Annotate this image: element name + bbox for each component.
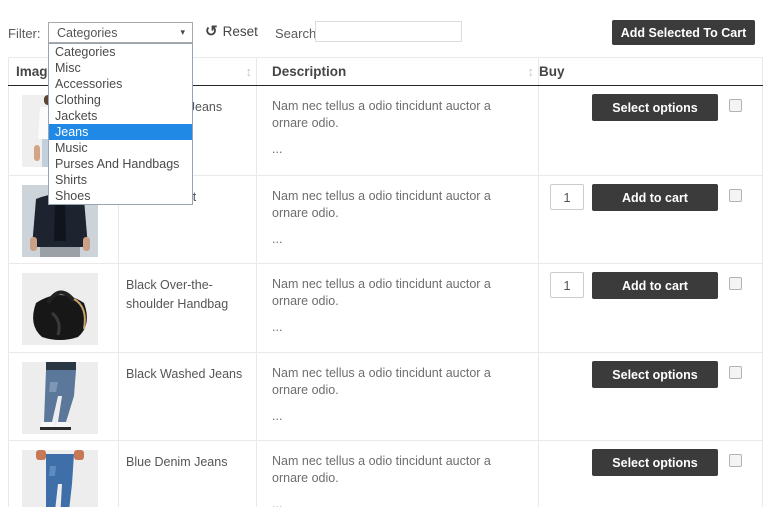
buy-cell: Select options — [538, 352, 763, 441]
product-name: Black Washed Jeans — [118, 352, 257, 441]
add-to-cart-button[interactable]: Add to cart — [592, 184, 718, 211]
product-description: Nam nec tellus a odio tincidunt auctor a… — [256, 440, 539, 507]
reset-button[interactable]: ↺ Reset — [205, 24, 258, 39]
category-dropdown-list: Categories Misc Accessories Clothing Jac… — [48, 43, 193, 205]
product-image-black-handbag — [22, 273, 98, 345]
product-description: Nam nec tellus a odio tincidunt auctor a… — [256, 352, 539, 441]
sort-icon[interactable]: ↕ — [528, 64, 535, 79]
dropdown-option-shirts[interactable]: Shirts — [49, 172, 192, 188]
product-description: Nam nec tellus a odio tincidunt auctor a… — [256, 175, 539, 264]
column-header-buy: Buy — [538, 57, 763, 86]
table-row: Black Washed Jeans Nam nec tellus a odio… — [8, 352, 763, 441]
buy-cell: Add to cart — [538, 175, 763, 264]
product-description: Nam nec tellus a odio tincidunt auctor a… — [256, 85, 539, 176]
undo-icon: ↺ — [205, 23, 218, 40]
product-description: Nam nec tellus a odio tincidunt auctor a… — [256, 263, 539, 353]
dropdown-option-jeans[interactable]: Jeans — [49, 124, 192, 140]
product-image-washed-jeans — [22, 362, 98, 434]
filter-label: Filter: — [8, 26, 41, 41]
product-name: Blue Denim Jeans — [118, 440, 257, 507]
search-label: Search: — [275, 26, 320, 41]
buy-cell: Select options — [538, 440, 763, 507]
select-product-checkbox[interactable] — [729, 454, 742, 467]
category-filter-select[interactable]: Categories ▾ — [48, 22, 193, 43]
dropdown-option-clothing[interactable]: Clothing — [49, 92, 192, 108]
dropdown-option-purses-and-handbags[interactable]: Purses And Handbags — [49, 156, 192, 172]
sort-icon[interactable]: ↕ — [246, 64, 253, 79]
column-header-description[interactable]: ↕ Description — [256, 57, 539, 86]
reset-label: Reset — [222, 24, 258, 39]
search-input[interactable] — [315, 21, 462, 42]
product-image-blue-jeans — [22, 450, 98, 507]
quantity-input[interactable] — [550, 184, 584, 210]
select-product-checkbox[interactable] — [729, 277, 742, 290]
chevron-down-icon: ▾ — [180, 27, 185, 37]
quantity-input[interactable] — [550, 272, 584, 298]
table-row: Blue Denim Jeans Nam nec tellus a odio t… — [8, 440, 763, 507]
table-row: Black Over-the-shoulder Handbag Nam nec … — [8, 263, 763, 353]
product-image-cell — [8, 352, 119, 441]
select-options-button[interactable]: Select options — [592, 361, 718, 388]
add-selected-to-cart-button[interactable]: Add Selected To Cart — [612, 20, 755, 45]
product-image-cell — [8, 440, 119, 507]
buy-cell: Select options — [538, 85, 763, 176]
dropdown-option-shoes[interactable]: Shoes — [49, 188, 192, 204]
select-options-button[interactable]: Select options — [592, 449, 718, 476]
buy-cell: Add to cart — [538, 263, 763, 353]
add-to-cart-button[interactable]: Add to cart — [592, 272, 718, 299]
dropdown-option-misc[interactable]: Misc — [49, 60, 192, 76]
select-product-checkbox[interactable] — [729, 189, 742, 202]
dropdown-option-music[interactable]: Music — [49, 140, 192, 156]
dropdown-option-jackets[interactable]: Jackets — [49, 108, 192, 124]
product-name: Black Over-the-shoulder Handbag — [118, 263, 257, 353]
product-image-cell — [8, 263, 119, 353]
dropdown-option-accessories[interactable]: Accessories — [49, 76, 192, 92]
select-options-button[interactable]: Select options — [592, 94, 718, 121]
dropdown-option-categories[interactable]: Categories — [49, 44, 192, 60]
select-product-checkbox[interactable] — [729, 366, 742, 379]
category-select-value: Categories — [57, 25, 118, 40]
product-table-page: Filter: Categories ▾ ↺ Reset Search: Add… — [0, 0, 770, 507]
select-product-checkbox[interactable] — [729, 99, 742, 112]
